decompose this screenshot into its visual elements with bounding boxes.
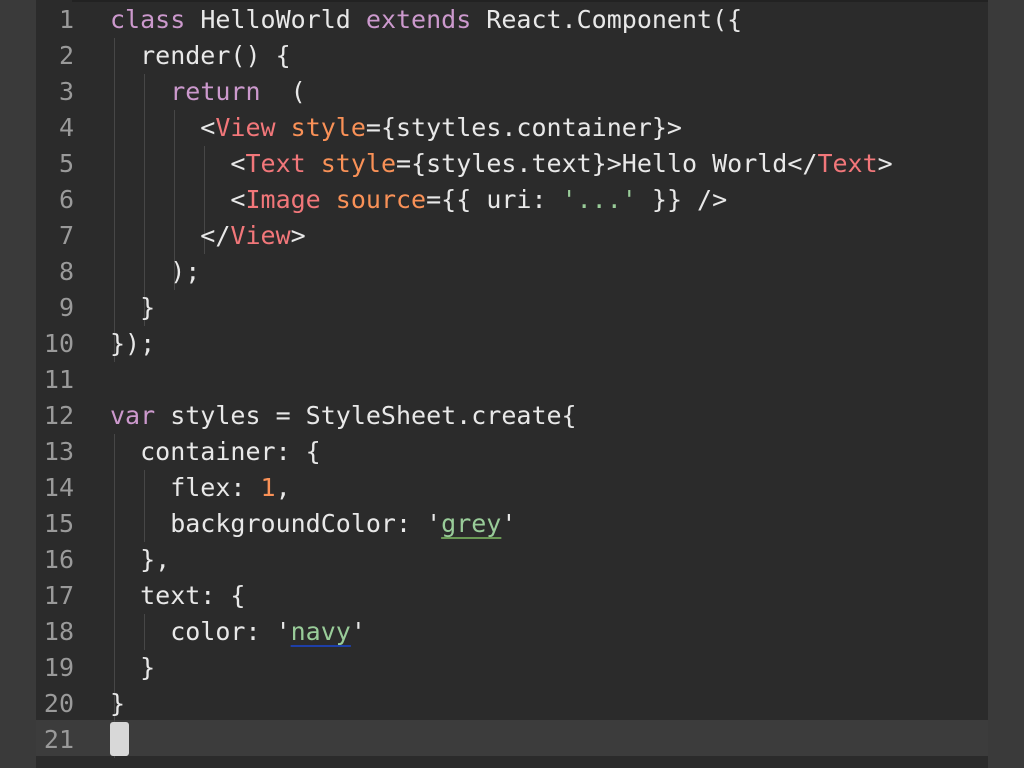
code-token: > bbox=[877, 149, 893, 178]
code-token: navy bbox=[290, 617, 351, 646]
line-number: 11 bbox=[43, 365, 74, 394]
line-number: 15 bbox=[43, 509, 74, 538]
code-token: < bbox=[110, 149, 246, 178]
code-text[interactable]: return ( bbox=[110, 74, 306, 110]
code-token: return bbox=[170, 77, 261, 106]
line-number: 19 bbox=[43, 653, 74, 682]
code-token: grey bbox=[441, 509, 502, 538]
text-cursor bbox=[110, 722, 129, 756]
code-token: }); bbox=[110, 329, 156, 358]
code-token: '...' bbox=[561, 185, 637, 214]
line-number: 20 bbox=[43, 689, 74, 718]
code-editor[interactable]: 1 class HelloWorld extends React.Componen… bbox=[36, 0, 988, 768]
code-token: , bbox=[275, 473, 291, 502]
line-number: 13 bbox=[43, 437, 74, 466]
code-text[interactable]: container: { bbox=[110, 434, 321, 470]
code-token: color: ' bbox=[110, 617, 291, 646]
line-number: 8 bbox=[58, 257, 74, 286]
code-token: </ bbox=[110, 221, 231, 250]
code-text[interactable]: text: { bbox=[110, 578, 245, 614]
code-token: class bbox=[110, 5, 186, 34]
code-token: } bbox=[110, 653, 156, 682]
code-token: React.Component({ bbox=[471, 5, 743, 34]
code-token: View bbox=[230, 221, 291, 250]
line-number: 4 bbox=[58, 113, 74, 142]
code-text[interactable]: } bbox=[110, 650, 155, 686]
code-token: }, bbox=[110, 545, 171, 574]
line-number: 10 bbox=[43, 329, 74, 358]
line-number: 16 bbox=[43, 545, 74, 574]
code-text[interactable]: } bbox=[110, 686, 125, 722]
code-token: } bbox=[110, 293, 156, 322]
code-token: HelloWorld bbox=[185, 5, 366, 34]
code-token: backgroundColor: ' bbox=[110, 509, 442, 538]
code-text[interactable]: <View style={stytles.container}> bbox=[110, 110, 682, 146]
code-text[interactable]: backgroundColor: 'grey' bbox=[110, 506, 516, 542]
code-token: Text bbox=[245, 149, 306, 178]
code-token: ={{ uri: bbox=[426, 185, 562, 214]
line-number: 21 bbox=[43, 725, 74, 754]
code-token: text: { bbox=[110, 581, 246, 610]
code-text[interactable]: <Image source={{ uri: '...' }} /> bbox=[110, 182, 727, 218]
code-token: style bbox=[320, 149, 397, 178]
code-text[interactable]: } bbox=[110, 290, 155, 326]
code-token: render() { bbox=[110, 41, 291, 70]
code-token: ={stytles.container}> bbox=[365, 113, 682, 142]
code-text[interactable]: flex: 1, bbox=[110, 470, 291, 506]
line-number: 5 bbox=[58, 149, 74, 178]
code-token: Text bbox=[817, 149, 878, 178]
line-number: 6 bbox=[58, 185, 74, 214]
line-number: 9 bbox=[58, 293, 74, 322]
line-number: 1 bbox=[58, 5, 74, 34]
code-text[interactable]: class HelloWorld extends React.Component… bbox=[110, 2, 742, 38]
code-token: 1 bbox=[260, 473, 276, 502]
code-text[interactable]: </View> bbox=[110, 218, 306, 254]
code-token: flex: bbox=[110, 473, 261, 502]
code-token: style bbox=[290, 113, 366, 142]
line-number: 14 bbox=[43, 473, 74, 502]
line-number: 3 bbox=[58, 77, 74, 106]
line-number: 18 bbox=[43, 617, 74, 646]
line-number: 17 bbox=[43, 581, 74, 610]
code-text[interactable]: }); bbox=[110, 326, 155, 362]
code-token: } bbox=[110, 689, 126, 718]
code-token: ); bbox=[110, 257, 201, 286]
current-line-highlight bbox=[36, 720, 988, 756]
code-token: Image bbox=[245, 185, 321, 214]
app-frame: 1 class HelloWorld extends React.Componen… bbox=[0, 0, 1024, 768]
line-number: 12 bbox=[43, 401, 74, 430]
code-text[interactable]: render() { bbox=[110, 38, 291, 74]
code-text[interactable]: }, bbox=[110, 542, 170, 578]
code-text[interactable]: color: 'navy' bbox=[110, 614, 366, 650]
code-token: < bbox=[110, 113, 216, 142]
code-token: > bbox=[290, 221, 306, 250]
code-token: ={styles.text}>Hello World</ bbox=[396, 149, 818, 178]
code-token: container: { bbox=[110, 437, 321, 466]
code-token: ( bbox=[260, 77, 306, 106]
code-token: var bbox=[110, 401, 156, 430]
code-token: }} /> bbox=[636, 185, 728, 214]
code-token: View bbox=[215, 113, 276, 142]
line-number: 2 bbox=[58, 41, 74, 70]
code-token: styles = StyleSheet.create{ bbox=[155, 401, 577, 430]
code-text[interactable]: var styles = StyleSheet.create{ bbox=[110, 398, 577, 434]
code-token: ' bbox=[501, 509, 517, 538]
code-text[interactable]: <Text style={styles.text}>Hello World</T… bbox=[110, 146, 893, 182]
code-token: < bbox=[110, 185, 246, 214]
code-text[interactable]: ); bbox=[110, 254, 200, 290]
line-number: 7 bbox=[58, 221, 74, 250]
code-token: source bbox=[335, 185, 427, 214]
code-token: extends bbox=[365, 5, 472, 34]
code-token: ' bbox=[350, 617, 366, 646]
